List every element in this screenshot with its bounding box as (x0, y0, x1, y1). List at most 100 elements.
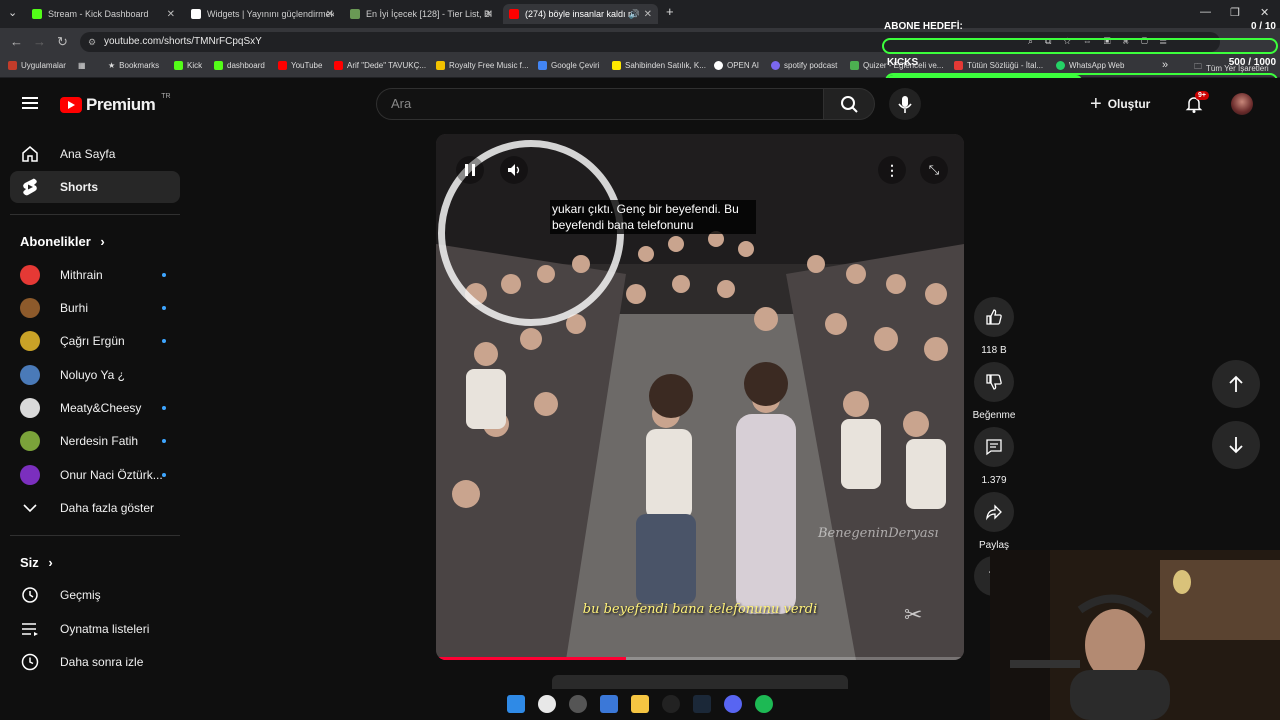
like-button[interactable]: 118 B (972, 297, 1016, 356)
sidebar-item-playlists[interactable]: Oynatma listeleri (10, 613, 180, 645)
start-icon[interactable] (506, 695, 525, 713)
pause-button[interactable] (456, 156, 484, 184)
discord-icon[interactable] (724, 695, 743, 713)
shorts-icon (20, 177, 40, 197)
more-bookmarks-icon[interactable]: » (1162, 59, 1168, 71)
bookmark-label: OPEN AI (727, 61, 760, 70)
speaker-icon[interactable]: 🔊 (629, 9, 640, 20)
show-more-button[interactable]: Daha fazla göster (10, 492, 180, 524)
next-short-button[interactable] (1212, 421, 1260, 469)
spotify-icon[interactable] (755, 695, 774, 713)
bookmark-royalty-free[interactable]: Royalty Free Music f... (436, 61, 529, 70)
kick-icon (174, 61, 183, 70)
subscription-nerdesin-fatih[interactable]: Nerdesin Fatih (20, 429, 170, 453)
bookmark-kick[interactable]: Kick (174, 61, 202, 70)
new-tab-button[interactable]: + (666, 4, 674, 19)
sidebar-item-home[interactable]: Ana Sayfa (10, 138, 180, 170)
app-icon[interactable] (662, 695, 681, 713)
close-icon[interactable]: ✕ (326, 9, 334, 20)
new-content-dot (162, 473, 166, 477)
browser-tab-bar: ⌄ Stream - Kick Dashboard ✕ Widgets | Ya… (0, 0, 1280, 28)
tab-tier-list[interactable]: En İyi İçecek [128] - Tier List, Bl ✕ (344, 4, 499, 24)
comments-button[interactable]: 1.379 (972, 427, 1016, 486)
comment-icon (986, 439, 1002, 456)
sidebar-item-shorts[interactable]: Shorts (10, 171, 180, 203)
chrome-icon[interactable] (537, 695, 556, 713)
you-heading[interactable]: Siz › (20, 555, 53, 570)
grid-icon[interactable]: ▦ (78, 61, 86, 70)
share-button[interactable]: Paylaş (972, 492, 1016, 551)
close-window-icon[interactable]: ✕ (1260, 6, 1269, 19)
subscription-burhi[interactable]: Burhi (20, 296, 170, 320)
video-progress-bar[interactable] (436, 657, 964, 660)
chevron-right-icon: › (100, 234, 105, 249)
bookmark-bookmarks[interactable]: ★ Bookmarks (108, 61, 159, 70)
youtube-premium-logo[interactable]: Premium TR (60, 92, 171, 115)
bookmark-arif-dede[interactable]: Arif "Dede" TAVUKÇ... (334, 61, 426, 70)
tab-kick-dashboard[interactable]: Stream - Kick Dashboard ✕ (26, 4, 181, 24)
bookmark-whatsapp[interactable]: WhatsApp Web (1056, 61, 1124, 70)
minimize-icon[interactable]: — (1200, 6, 1211, 18)
sub-goal-title: ABONE HEDEFİ: (884, 21, 963, 32)
create-button[interactable]: + Oluştur (1090, 92, 1150, 116)
bookmark-label: Tütün Sözlüğü - İtal... (967, 61, 1044, 70)
short-video-player[interactable]: ⋮ ⤡ yukarı çıktı. Genç bir beyefendi. Bu… (436, 134, 964, 660)
youtube-icon (509, 9, 519, 19)
reload-icon[interactable]: ↻ (57, 34, 68, 50)
bookmark-spotify-podcast[interactable]: spotify podcast (771, 61, 837, 70)
volume-button[interactable] (500, 156, 528, 184)
subscription-noluyo-ya[interactable]: Noluyo Ya ¿ (20, 363, 170, 387)
bookmark-openai[interactable]: OPEN AI (714, 61, 759, 70)
search-input[interactable]: Ara (376, 88, 824, 120)
bookmark-dashboard[interactable]: dashboard (214, 61, 265, 70)
restore-icon[interactable]: ❐ (1230, 6, 1240, 19)
dislike-button[interactable]: Beğenme (972, 362, 1016, 421)
bookmark-apps[interactable]: Uygulamalar (8, 61, 66, 70)
search-button[interactable] (823, 88, 875, 120)
subscription-onur-naci[interactable]: Onur Naci Öztürk... (20, 463, 170, 487)
tab-widgets[interactable]: Widgets | Yayınını güçlendirmek ✕ (185, 4, 340, 24)
sidebar-item-watch-later[interactable]: Daha sonra izle (10, 646, 180, 678)
close-icon[interactable]: ✕ (485, 9, 493, 20)
more-options-button[interactable]: ⋮ (878, 156, 906, 184)
like-circle (974, 297, 1014, 337)
subscription-mithrain[interactable]: Mithrain (20, 263, 170, 287)
site-info-icon[interactable]: ⚙ (88, 32, 96, 52)
obs-icon[interactable] (568, 695, 587, 713)
country-code: TR (161, 92, 171, 100)
store-icon[interactable] (599, 695, 618, 713)
bookmark-tutun[interactable]: Tütün Sözlüğü - İtal... (954, 61, 1043, 70)
bookmark-sahibinden[interactable]: Sahibinden Satılık, K... (612, 61, 706, 70)
back-icon[interactable]: ← (10, 34, 23, 49)
youtube-icon (278, 61, 287, 70)
fullscreen-button[interactable]: ⤡ (920, 156, 948, 184)
forward-icon[interactable]: → (33, 34, 46, 49)
comment-count: 1.379 (981, 475, 1007, 486)
close-icon[interactable]: ✕ (644, 9, 652, 20)
subscription-cagri-ergun[interactable]: Çağrı Ergün (20, 329, 170, 353)
sub-goal-count: 0 / 10 (1250, 21, 1276, 32)
tab-youtube-short[interactable]: (274) böyle insanlar kaldı m 🔊 ✕ (503, 4, 658, 24)
tab-search-icon[interactable]: ⌄ (8, 6, 17, 19)
more-vert-icon: ⋮ (885, 161, 899, 178)
bookmark-translate[interactable]: Google Çeviri (538, 61, 599, 70)
subscription-meaty-cheesy[interactable]: Meaty&Cheesy (20, 396, 170, 420)
search-icon (841, 96, 858, 113)
plus-icon: + (1090, 92, 1102, 115)
folder-icon[interactable] (630, 695, 649, 713)
next-short-thumbnail[interactable] (552, 675, 848, 689)
sidebar-item-label: Oynatma listeleri (60, 622, 150, 636)
divider (10, 535, 180, 536)
bookmark-youtube[interactable]: YouTube (278, 61, 322, 70)
new-content-dot (162, 306, 166, 310)
like-count: 118 B (981, 345, 1007, 356)
subscriptions-heading[interactable]: Abonelikler › (20, 234, 105, 249)
sidebar-item-history[interactable]: Geçmiş (10, 579, 180, 611)
voice-search-button[interactable] (889, 88, 921, 120)
previous-short-button[interactable] (1212, 360, 1260, 408)
steam-icon[interactable] (693, 695, 712, 713)
account-avatar[interactable] (1231, 93, 1253, 115)
tab-label: Widgets | Yayınını güçlendirmek (207, 9, 334, 19)
close-icon[interactable]: ✕ (167, 9, 175, 20)
menu-icon[interactable] (22, 97, 38, 109)
